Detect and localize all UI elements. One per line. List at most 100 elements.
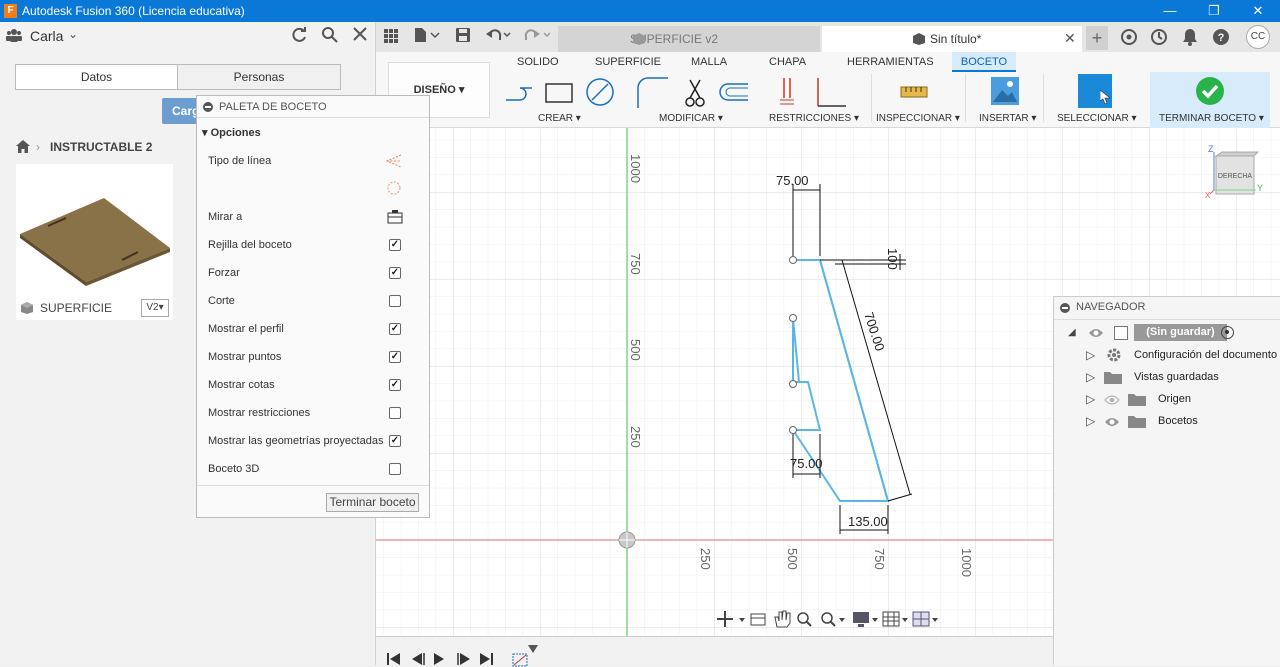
file-menu-icon[interactable]	[414, 27, 440, 46]
display-settings-icon[interactable]	[853, 612, 878, 627]
group-restricciones[interactable]: RESTRICCIONES ▾	[769, 113, 859, 124]
collapse-icon[interactable]	[1060, 303, 1070, 313]
construction-icon[interactable]	[386, 180, 402, 196]
zoom-icon[interactable]	[797, 612, 812, 627]
home-icon[interactable]	[16, 140, 30, 156]
checkbox-forzar[interactable]: ✓	[389, 267, 401, 279]
team-icon[interactable]	[6, 28, 22, 47]
checkbox-corte[interactable]	[389, 295, 401, 307]
nav-item-config[interactable]: Configuración del documento	[1134, 345, 1277, 365]
minimize-button[interactable]: —	[1148, 0, 1192, 22]
redo-icon[interactable]	[524, 28, 552, 45]
options-section[interactable]: ▾ Opciones	[202, 126, 261, 139]
expand-icon[interactable]: ▷	[1086, 392, 1095, 406]
notifications-icon[interactable]	[1182, 28, 1198, 49]
breadcrumb[interactable]: INSTRUCTABLE 2	[50, 140, 152, 154]
group-insertar[interactable]: INSERTAR ▾	[979, 113, 1036, 124]
line-type-icon[interactable]	[385, 153, 403, 169]
checkbox-geometrias-proyectadas[interactable]: ✓	[389, 435, 401, 447]
avatar[interactable]: CC	[1246, 25, 1270, 49]
undo-icon[interactable]	[486, 28, 512, 45]
dim-top-width[interactable]: 75.00	[776, 173, 809, 188]
create-tools-icons[interactable]	[504, 78, 638, 108]
nav-item-bocetos[interactable]: Bocetos	[1158, 411, 1198, 431]
tab-sin-titulo[interactable]: Sin título*	[822, 26, 1082, 52]
collapse-icon[interactable]	[203, 102, 213, 112]
close-tab-icon[interactable]: ✕	[1064, 30, 1076, 47]
tab-personas[interactable]: Personas	[177, 64, 341, 90]
terminar-boceto-button[interactable]: Terminar boceto	[326, 493, 419, 512]
group-crear[interactable]: CREAR ▾	[538, 113, 581, 124]
refresh-icon[interactable]	[290, 26, 308, 49]
orbit-icon[interactable]	[717, 611, 745, 627]
step-back-icon[interactable]	[412, 653, 425, 665]
app-grid-icon[interactable]	[384, 29, 398, 46]
version-dropdown[interactable]: V2▾	[141, 299, 169, 317]
chevron-down-icon[interactable]: ⌄	[68, 27, 78, 41]
grid-settings-icon[interactable]	[882, 611, 908, 627]
look-at-icon[interactable]	[750, 613, 766, 626]
sketch-point[interactable]	[789, 314, 797, 322]
tab-datos[interactable]: Datos	[15, 64, 178, 90]
tab-solido[interactable]: SOLIDO	[517, 56, 559, 68]
nav-item-origen[interactable]: Origen	[1158, 389, 1191, 409]
step-forward-icon[interactable]	[457, 653, 470, 665]
close-button[interactable]: ✕	[1236, 0, 1280, 22]
dim-top-offset[interactable]: 100	[885, 248, 900, 270]
checkbox-mostrar-perfil[interactable]: ✓	[389, 323, 401, 335]
help-icon[interactable]: ?	[1212, 28, 1230, 49]
go-to-end-icon[interactable]	[480, 653, 493, 665]
go-to-start-icon[interactable]	[387, 653, 400, 665]
visibility-eye-icon[interactable]	[1088, 327, 1104, 339]
zoom-window-icon[interactable]	[821, 612, 845, 627]
tab-superficie[interactable]: SUPERFICIE	[595, 56, 661, 68]
load-button[interactable]: Cargar	[162, 98, 198, 124]
group-seleccionar[interactable]: SELECCIONAR ▾	[1057, 113, 1137, 124]
group-modificar[interactable]: MODIFICAR ▾	[659, 113, 723, 124]
dim-bottom-width[interactable]: 135.00	[848, 514, 888, 529]
sketch-point[interactable]	[789, 426, 797, 434]
user-name[interactable]: Carla	[30, 28, 63, 44]
play-icon[interactable]	[434, 653, 444, 665]
checkbox-mostrar-restricciones[interactable]	[389, 407, 401, 419]
viewports-icon[interactable]	[912, 611, 938, 627]
select-icon[interactable]	[1078, 74, 1112, 108]
tab-superficie-v2[interactable]: SUPERFICIE v2	[558, 26, 820, 52]
sketch-point[interactable]	[789, 256, 797, 264]
close-panel-icon[interactable]	[352, 26, 368, 47]
activate-radio-icon[interactable]	[1221, 326, 1234, 339]
finish-sketch-button[interactable]: TERMINAR BOCETO ▾	[1150, 72, 1270, 128]
pan-hand-icon[interactable]	[774, 610, 791, 628]
extensions-icon[interactable]	[1120, 28, 1138, 49]
expand-root-icon[interactable]: ◢	[1068, 327, 1076, 338]
measure-icon[interactable]	[900, 82, 928, 102]
sketch-feature-icon[interactable]	[512, 653, 528, 667]
constraint-tools-icons[interactable]	[778, 76, 850, 110]
dim-mid-width[interactable]: 75.00	[790, 456, 823, 471]
expand-icon[interactable]: ▷	[1086, 370, 1095, 384]
checkbox-boceto-3d[interactable]	[389, 463, 401, 475]
expand-icon[interactable]: ▷	[1086, 414, 1095, 428]
tab-boceto[interactable]: BOCETO	[952, 52, 1016, 72]
tab-chapa[interactable]: CHAPA	[769, 56, 806, 68]
nav-item-vistas[interactable]: Vistas guardadas	[1134, 367, 1219, 387]
checkbox-mostrar-puntos[interactable]: ✓	[389, 351, 401, 363]
checkbox-mostrar-cotas[interactable]: ✓	[389, 379, 401, 391]
visibility-eye-icon[interactable]	[1104, 416, 1120, 428]
group-inspeccionar[interactable]: INSPECCIONAR ▾	[876, 113, 960, 124]
job-status-icon[interactable]	[1150, 28, 1168, 49]
sketch-point[interactable]	[789, 380, 797, 388]
tab-herramientas[interactable]: HERRAMIENTAS	[847, 56, 934, 68]
root-component[interactable]: (Sin guardar)	[1134, 324, 1227, 341]
hidden-eye-icon[interactable]	[1104, 394, 1120, 406]
modify-tools-icons[interactable]	[632, 76, 750, 110]
look-at-icon[interactable]	[387, 209, 403, 225]
save-icon[interactable]	[456, 28, 470, 45]
checkbox-rejilla[interactable]: ✓	[389, 239, 401, 251]
insert-image-icon[interactable]	[990, 76, 1020, 106]
tab-malla[interactable]: MALLA	[691, 56, 727, 68]
new-tab-button[interactable]: +	[1086, 26, 1108, 50]
search-icon[interactable]	[321, 26, 339, 49]
expand-icon[interactable]: ▷	[1086, 348, 1095, 362]
design-card[interactable]: SUPERFICIE V2▾	[16, 164, 173, 320]
